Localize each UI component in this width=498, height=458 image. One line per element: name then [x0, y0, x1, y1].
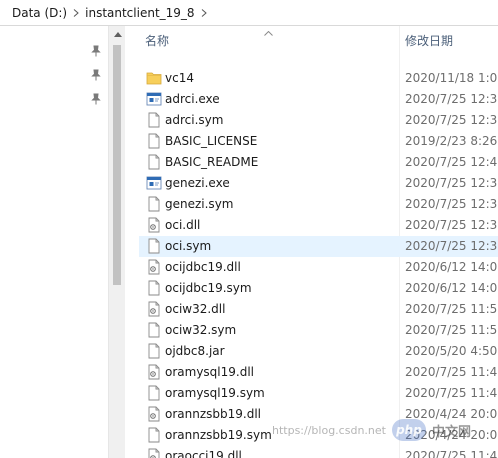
file-row[interactable]: oci.dll 2020/7/25 12:32 [125, 215, 498, 236]
dll-icon [146, 364, 162, 380]
file-date: 2020/11/18 1:05 [405, 71, 498, 85]
file-name: oramysql19.sym [165, 386, 265, 400]
file-icon [146, 154, 162, 170]
watermark-cn: 中文网 [431, 424, 471, 440]
file-row[interactable]: vc14 2020/11/18 1:05 [125, 68, 498, 89]
file-name: orannzsbb19.dll [165, 407, 261, 421]
file-name: vc14 [165, 71, 194, 85]
file-icon [146, 427, 162, 443]
file-row[interactable]: BASIC_LICENSE 2019/2/23 8:26 [125, 131, 498, 152]
pin-icon[interactable] [89, 44, 103, 58]
dll-icon [146, 301, 162, 317]
dll-icon [146, 217, 162, 233]
file-icon [146, 238, 162, 254]
file-date: 2020/7/25 12:39 [405, 113, 498, 127]
folder-icon [146, 70, 162, 86]
chevron-right-icon[interactable] [71, 8, 81, 17]
file-date: 2020/6/12 14:08 [405, 260, 498, 274]
sort-ascending-icon [264, 31, 273, 36]
file-row[interactable]: ocijdbc19.sym 2020/6/12 14:08 [125, 278, 498, 299]
file-icon [146, 385, 162, 401]
file-row[interactable]: oramysql19.dll 2020/7/25 11:41 [125, 362, 498, 383]
file-name: genezi.sym [165, 197, 234, 211]
watermark: https://blog.csdn.net php 中文网 [272, 414, 498, 446]
file-date: 2020/7/25 11:41 [405, 365, 498, 379]
file-row[interactable]: ociw32.dll 2020/7/25 11:56 [125, 299, 498, 320]
file-name: oci.dll [165, 218, 201, 232]
column-header-name[interactable]: 名称 [145, 32, 169, 49]
navigation-pane [0, 26, 108, 458]
file-row[interactable]: BASIC_README 2020/7/25 12:40 [125, 152, 498, 173]
file-row[interactable]: oci.sym 2020/7/25 12:32 [125, 236, 498, 257]
file-icon [146, 343, 162, 359]
file-date: 2020/7/25 12:39 [405, 176, 498, 190]
file-name: oramysql19.dll [165, 365, 254, 379]
exe-icon [146, 91, 162, 107]
file-row[interactable]: adrci.sym 2020/7/25 12:39 [125, 110, 498, 131]
file-date: 2020/7/25 12:39 [405, 92, 498, 106]
file-name: ociw32.dll [165, 302, 226, 316]
file-date: 2020/7/25 11:41 [405, 386, 498, 400]
dll-icon [146, 406, 162, 422]
file-row[interactable]: oraocci19.dll 2020/7/25 11:41 [125, 446, 498, 458]
file-date: 2020/7/25 12:32 [405, 239, 498, 253]
column-header-date[interactable]: 修改日期 [405, 32, 453, 49]
file-row[interactable]: oramysql19.sym 2020/7/25 11:41 [125, 383, 498, 404]
file-name: BASIC_README [165, 155, 259, 169]
file-icon [146, 280, 162, 296]
file-name: orannzsbb19.sym [165, 428, 272, 442]
file-name: adrci.sym [165, 113, 224, 127]
file-date: 2020/7/25 12:39 [405, 197, 498, 211]
file-icon [146, 196, 162, 212]
scroll-up-arrow-icon[interactable] [109, 26, 126, 43]
watermark-logo: php [391, 419, 426, 441]
file-row[interactable]: ocijdbc19.dll 2020/6/12 14:08 [125, 257, 498, 278]
file-row[interactable]: ociw32.sym 2020/7/25 11:55 [125, 320, 498, 341]
file-row[interactable]: adrci.exe 2020/7/25 12:39 [125, 89, 498, 110]
nav-scrollbar[interactable] [108, 26, 125, 458]
file-row[interactable]: genezi.exe 2020/7/25 12:39 [125, 173, 498, 194]
watermark-url: https://blog.csdn.net [272, 423, 386, 437]
file-row[interactable]: genezi.sym 2020/7/25 12:39 [125, 194, 498, 215]
pin-icon[interactable] [89, 92, 103, 106]
file-icon [146, 133, 162, 149]
file-name: oraocci19.dll [165, 449, 242, 458]
file-date: 2020/6/12 14:08 [405, 281, 498, 295]
file-name: ociw32.sym [165, 323, 237, 337]
file-date: 2020/5/20 4:50 [405, 344, 498, 358]
pin-icon[interactable] [89, 68, 103, 82]
dll-icon [146, 259, 162, 275]
scrollbar-thumb[interactable] [113, 45, 121, 285]
file-name: BASIC_LICENSE [165, 134, 258, 148]
file-name: ojdbc8.jar [165, 344, 225, 358]
file-name: genezi.exe [165, 176, 230, 190]
file-date: 2020/7/25 11:56 [405, 302, 498, 316]
file-icon [146, 112, 162, 128]
file-date: 2020/7/25 12:32 [405, 218, 498, 232]
file-name: oci.sym [165, 239, 212, 253]
breadcrumb-folder[interactable]: instantclient_19_8 [81, 0, 198, 25]
file-icon [146, 322, 162, 338]
file-date: 2019/2/23 8:26 [405, 134, 498, 148]
dll-icon [146, 448, 162, 458]
file-date: 2020/7/25 11:55 [405, 323, 498, 337]
file-row[interactable]: ojdbc8.jar 2020/5/20 4:50 [125, 341, 498, 362]
file-date: 2020/7/25 12:40 [405, 155, 498, 169]
chevron-right-icon[interactable] [199, 8, 209, 17]
file-date: 2020/7/25 11:41 [405, 449, 498, 458]
file-name: ocijdbc19.dll [165, 260, 241, 274]
column-headers: 名称 修改日期 [125, 26, 498, 52]
exe-icon [146, 175, 162, 191]
file-list: 名称 修改日期 vc14 2020/11/18 1:05 adrci.exe 2020… [125, 26, 498, 458]
file-rows: vc14 2020/11/18 1:05 adrci.exe 2020/7/25 12… [125, 68, 498, 458]
file-name: adrci.exe [165, 92, 220, 106]
file-name: ocijdbc19.sym [165, 281, 252, 295]
breadcrumb: Data (D:) instantclient_19_8 [0, 0, 498, 26]
breadcrumb-drive[interactable]: Data (D:) [0, 0, 71, 25]
